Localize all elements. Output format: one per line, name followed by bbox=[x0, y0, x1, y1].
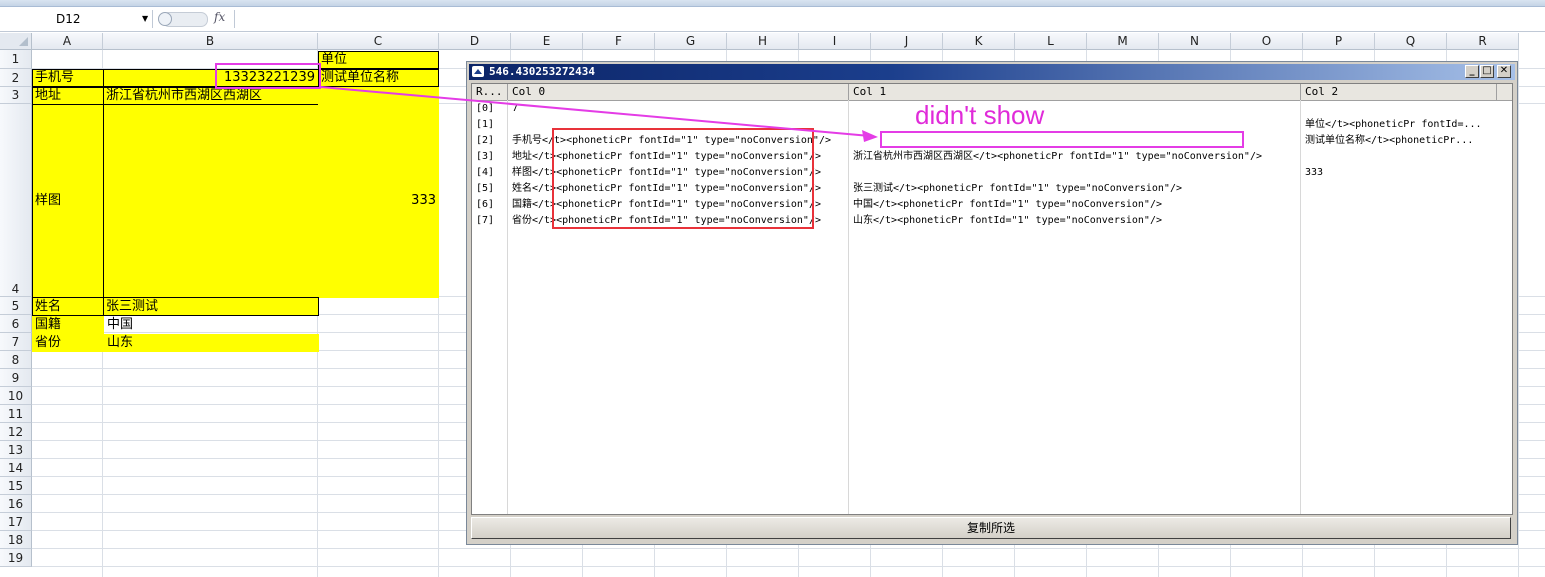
annotation-label: didn't show bbox=[915, 100, 1045, 130]
annotation-arrow bbox=[320, 86, 878, 142]
